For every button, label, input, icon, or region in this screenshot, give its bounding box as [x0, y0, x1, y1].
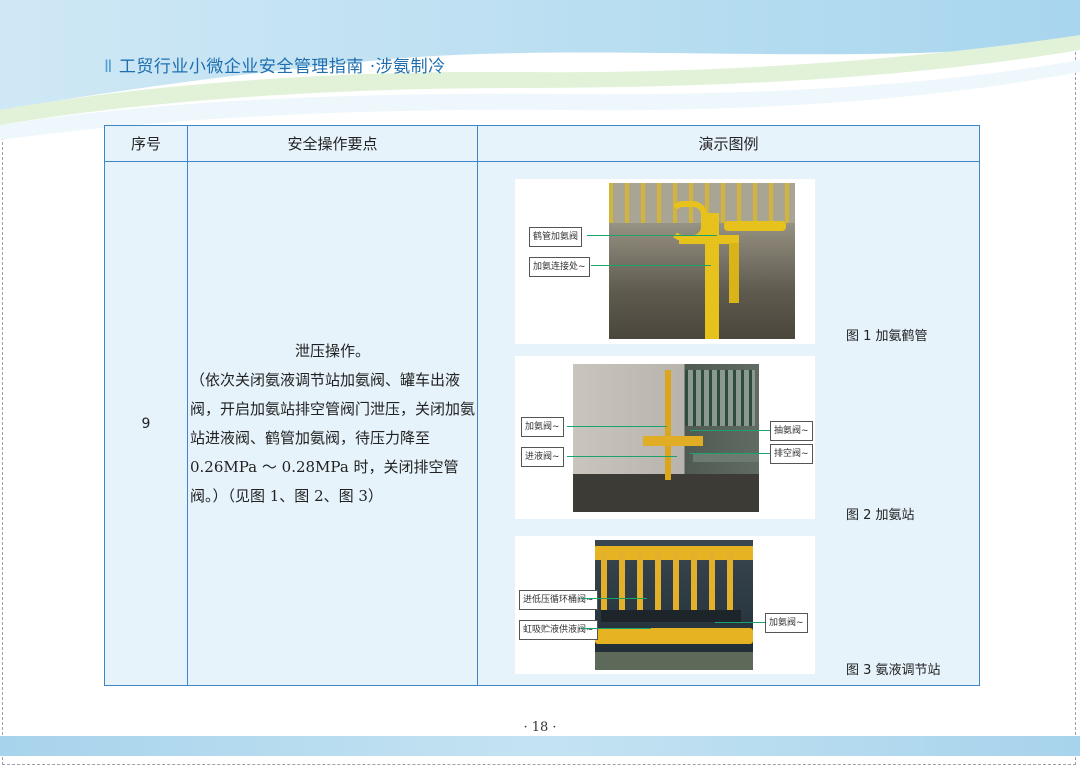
column-header-key-points: 安全操作要点	[187, 125, 478, 162]
callout-crane-pipe-valve: 鹤管加氨阀	[529, 227, 583, 247]
figure-2-image: 加氨阀~ 进液阀~ 抽氨阀~ 排空阀~	[515, 356, 815, 519]
footer-band	[0, 736, 1080, 756]
page-number: · 18 ·	[523, 720, 557, 735]
arrow-2c	[690, 430, 770, 431]
callout-ammonia-valve-3: 加氨阀~	[765, 613, 808, 633]
column-header-number: 序号	[104, 125, 188, 162]
callout-ammonia-connection: 加氨连接处~	[529, 257, 590, 277]
figure-3-image: 进低压循环桶阀~ 虹吸贮液供液阀~ 加氨阀~	[515, 536, 815, 674]
page-header-title: Ⅱ 工贸行业小微企业安全管理指南 ·涉氨制冷	[104, 52, 446, 77]
table-row: 9 泄压操作。 （依次关闭氨液调节站加氨阀、罐车出液阀，开启加氨站排空管阀门泄压…	[104, 161, 980, 686]
arrow-2b	[567, 456, 677, 457]
figure-3-caption: 图 3 氨液调节站	[846, 663, 941, 678]
column-header-illustrations: 演示图例	[477, 125, 980, 162]
row-number: 9	[104, 161, 188, 686]
callout-siphon-supply-valve: 虹吸贮液供液阀~	[519, 620, 598, 640]
callout-inlet-valve: 进液阀~	[521, 447, 564, 467]
header-bar-mark: Ⅱ	[104, 57, 113, 77]
callout-vent-valve: 排空阀~	[770, 444, 813, 464]
operation-key-points: 泄压操作。 （依次关闭氨液调节站加氨阀、罐车出液阀，开启加氨站排空管阀门泄压，关…	[187, 161, 478, 686]
figure-1-photo	[609, 183, 795, 339]
figure-1-caption: 图 1 加氨鹤管	[846, 329, 928, 344]
operation-lead: 泄压操作。	[294, 341, 370, 360]
callout-ammonia-valve: 加氨阀~	[521, 417, 564, 437]
safety-procedure-table: 序号 安全操作要点 演示图例 9 泄压操作。 （依次关闭氨液调节站加氨阀、罐车出…	[104, 125, 980, 686]
arrow-3c	[715, 622, 765, 623]
illustration-cell: 鹤管加氨阀 加氨连接处~ 图 1 加氨鹤管 加氨阀~ 进液阀~ 抽氨阀~ 排空阀…	[477, 161, 980, 686]
arrow-2a	[567, 426, 667, 427]
table-header-row: 序号 安全操作要点 演示图例	[104, 125, 980, 162]
figure-1-image: 鹤管加氨阀 加氨连接处~	[515, 179, 815, 344]
arrow-2d	[690, 453, 770, 454]
arrow-3b	[581, 628, 651, 629]
arrow-1b	[591, 265, 711, 266]
figure-2-caption: 图 2 加氨站	[846, 508, 915, 523]
callout-pump-valve: 抽氨阀~	[770, 421, 813, 441]
callout-low-pressure-valve: 进低压循环桶阀~	[519, 590, 598, 610]
arrow-3a	[581, 598, 647, 599]
figure-2-photo	[573, 364, 759, 512]
figure-3-photo	[595, 540, 753, 670]
header-title-text: 工贸行业小微企业安全管理指南 ·涉氨制冷	[118, 57, 446, 77]
arrow-1a	[587, 235, 717, 236]
operation-body: （依次关闭氨液调节站加氨阀、罐车出液阀，开启加氨站排空管阀门泄压，关闭加氨站进液…	[190, 370, 476, 505]
